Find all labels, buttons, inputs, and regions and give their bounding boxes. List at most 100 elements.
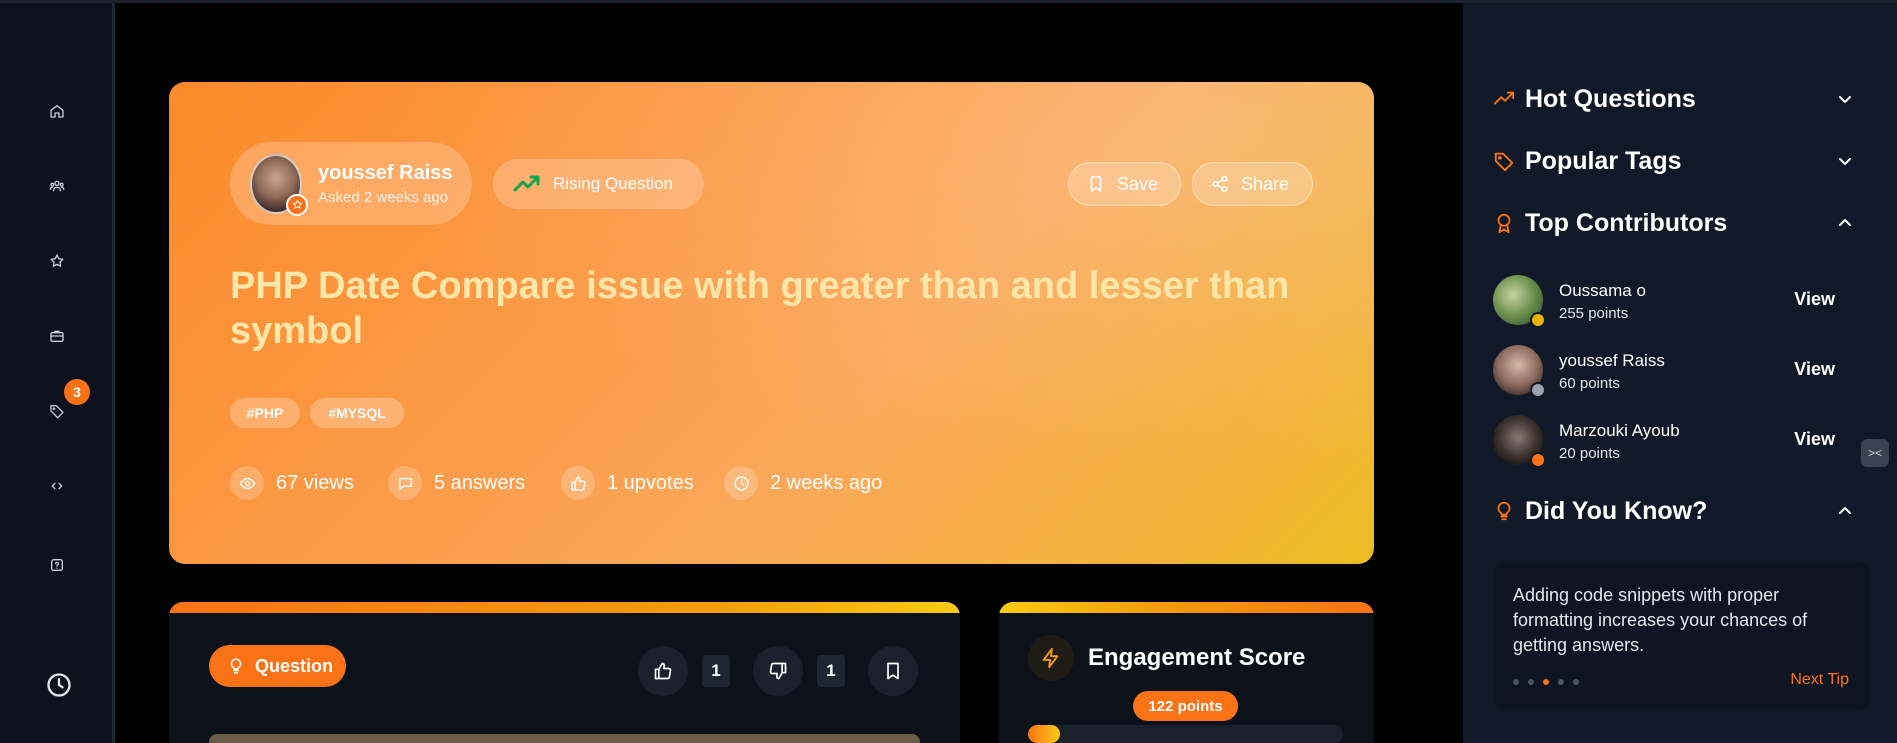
question-label: Question — [255, 655, 334, 676]
award-icon — [1493, 212, 1515, 234]
trending-up-icon — [1493, 88, 1515, 110]
community-icon[interactable] — [46, 175, 68, 197]
notification-badge: 3 — [64, 379, 90, 405]
answers-stat: 5 answers — [388, 466, 525, 500]
card-accent-bar — [999, 602, 1374, 613]
clock-icon — [724, 466, 758, 500]
collapse-panel-icon[interactable]: >< — [1861, 439, 1889, 467]
question-icon[interactable] — [46, 554, 68, 576]
contributor-points: 255 points — [1559, 305, 1629, 322]
star-icon — [286, 193, 308, 216]
asked-time: Asked 2 weeks ago — [318, 188, 449, 206]
question-label-pill: Question — [209, 645, 346, 687]
contributor-item[interactable]: Marzouki Ayoub 20 points View — [1493, 415, 1853, 469]
tag-icon[interactable] — [46, 400, 68, 422]
share-label: Share — [1241, 173, 1290, 194]
contributor-item[interactable]: Oussama o 255 points View — [1493, 275, 1853, 329]
rising-question-badge: Rising Question — [493, 159, 704, 209]
card-accent-bar — [169, 602, 960, 613]
status-dot — [1530, 382, 1546, 398]
engagement-progress — [1028, 725, 1343, 743]
tip-text: Adding code snippets with proper formatt… — [1513, 585, 1808, 655]
top-contributors-header[interactable]: Top Contributors — [1493, 206, 1853, 240]
view-contributor-button[interactable]: View — [1794, 429, 1835, 450]
question-title: PHP Date Compare issue with greater than… — [230, 265, 1290, 352]
tag-mysql[interactable]: #MYSQL — [310, 398, 404, 428]
answers-count: 5 answers — [434, 471, 526, 494]
views-stat: 67 views — [230, 466, 354, 500]
upvote-button[interactable] — [638, 646, 688, 696]
contributor-item[interactable]: youssef Raiss 60 points View — [1493, 345, 1853, 399]
engagement-title: Engagement Score — [1088, 644, 1306, 671]
share-button[interactable]: Share — [1192, 162, 1313, 206]
thumbs-up-icon — [654, 662, 672, 680]
save-label: Save — [1117, 173, 1159, 194]
question-hero-card: youssef Raiss Asked 2 weeks ago Rising Q… — [169, 82, 1374, 564]
trending-up-icon — [513, 175, 540, 192]
contributor-points: 20 points — [1559, 445, 1620, 462]
engagement-card: Engagement Score 122 points — [999, 602, 1374, 743]
downvote-count: 1 — [817, 655, 845, 687]
home-icon[interactable] — [46, 100, 68, 122]
tip-pagination — [1513, 679, 1579, 685]
share-icon — [1212, 175, 1228, 193]
view-contributor-button[interactable]: View — [1794, 359, 1835, 380]
thumbs-down-icon — [769, 662, 787, 680]
tip-dot[interactable] — [1573, 679, 1579, 685]
next-tip-button[interactable]: Next Tip — [1790, 671, 1849, 689]
question-card: Question 1 1 — [169, 602, 960, 743]
left-nav-rail: 3 — [0, 3, 115, 743]
save-button[interactable]: Save — [1068, 162, 1181, 206]
author-pill[interactable]: youssef Raiss Asked 2 weeks ago — [230, 142, 472, 225]
lightbulb-icon — [230, 658, 242, 674]
hot-questions-header[interactable]: Hot Questions — [1493, 82, 1853, 116]
contributor-name: Oussama o — [1559, 281, 1646, 300]
upvote-count: 1 — [702, 655, 730, 687]
code-icon[interactable] — [46, 475, 68, 497]
chevron-down-icon — [1837, 153, 1853, 169]
popular-tags-title: Popular Tags — [1525, 146, 1682, 175]
engagement-points-badge: 122 points — [1133, 691, 1238, 721]
comment-icon — [388, 466, 422, 500]
eye-icon — [230, 466, 264, 500]
question-body-preview — [209, 734, 920, 743]
status-dot — [1530, 452, 1546, 468]
tag-php[interactable]: #PHP — [230, 398, 300, 428]
time-ago: 2 weeks ago — [770, 471, 883, 494]
tip-dot[interactable] — [1543, 679, 1549, 685]
author-name[interactable]: youssef Raiss — [318, 162, 453, 185]
views-count: 67 views — [276, 471, 354, 494]
lightning-icon — [1028, 635, 1074, 681]
star-icon[interactable] — [46, 250, 68, 272]
did-you-know-header[interactable]: Did You Know? — [1493, 494, 1853, 528]
view-contributor-button[interactable]: View — [1794, 289, 1835, 310]
top-contributors-title: Top Contributors — [1525, 208, 1728, 237]
status-dot — [1530, 312, 1546, 328]
time-stat: 2 weeks ago — [724, 466, 882, 500]
chevron-up-icon — [1837, 215, 1853, 231]
hot-questions-title: Hot Questions — [1525, 84, 1696, 113]
rising-label: Rising Question — [553, 174, 674, 193]
contributor-name: Marzouki Ayoub — [1559, 421, 1680, 440]
briefcase-icon[interactable] — [46, 325, 68, 347]
bookmark-icon — [887, 662, 899, 680]
tip-card: Adding code snippets with proper formatt… — [1493, 561, 1869, 711]
chevron-up-icon — [1837, 503, 1853, 519]
right-sidebar: Hot Questions Popular Tags Top Contribut… — [1463, 3, 1897, 743]
lightbulb-icon — [1493, 500, 1515, 522]
bookmark-button[interactable] — [868, 646, 918, 696]
chevron-down-icon — [1837, 91, 1853, 107]
tip-dot[interactable] — [1558, 679, 1564, 685]
popular-tags-header[interactable]: Popular Tags — [1493, 144, 1853, 178]
upvotes-stat: 1 upvotes — [561, 466, 694, 500]
tip-dot[interactable] — [1513, 679, 1519, 685]
contributor-name: youssef Raiss — [1559, 351, 1665, 370]
thumbs-up-icon — [561, 466, 595, 500]
engagement-progress-fill — [1028, 725, 1060, 743]
tip-dot[interactable] — [1528, 679, 1534, 685]
bookmark-icon — [1090, 176, 1102, 192]
tag-icon — [1493, 150, 1515, 172]
downvote-button[interactable] — [753, 646, 803, 696]
contributor-points: 60 points — [1559, 375, 1620, 392]
clock-icon[interactable] — [45, 671, 73, 699]
